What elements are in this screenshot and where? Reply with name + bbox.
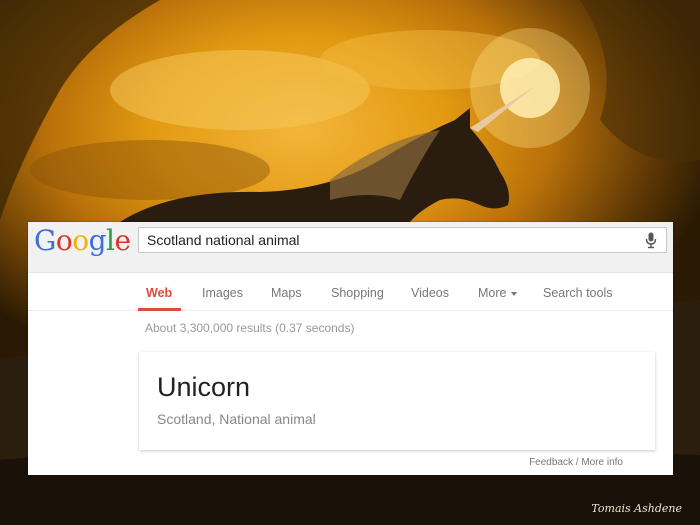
answer-subtitle: Scotland, National animal bbox=[157, 411, 316, 427]
tab-web[interactable]: Web bbox=[146, 286, 172, 300]
logo-letter: e bbox=[114, 224, 132, 257]
chevron-down-icon bbox=[511, 291, 518, 296]
search-header: Google Scotland national animal bbox=[28, 222, 673, 273]
answer-title: Unicorn bbox=[157, 372, 251, 402]
logo-letter: o bbox=[72, 224, 89, 257]
artist-watermark: Tomais Ashdene bbox=[591, 502, 682, 515]
microphone-icon[interactable] bbox=[645, 232, 657, 249]
logo-letter: o bbox=[55, 224, 73, 257]
tab-more-label: More bbox=[478, 286, 507, 300]
logo-letter: l bbox=[106, 224, 115, 257]
tab-more[interactable]: More bbox=[478, 286, 518, 300]
active-tab-indicator bbox=[138, 308, 181, 311]
logo-letter: g bbox=[88, 224, 107, 257]
tab-images[interactable]: Images bbox=[202, 286, 243, 300]
logo-letter: G bbox=[34, 224, 56, 257]
tab-shopping[interactable]: Shopping bbox=[331, 286, 384, 300]
tab-search-tools[interactable]: Search tools bbox=[543, 286, 612, 300]
google-logo[interactable]: Google bbox=[34, 224, 131, 257]
tab-videos[interactable]: Videos bbox=[411, 286, 449, 300]
search-query-text[interactable]: Scotland national animal bbox=[147, 232, 300, 248]
result-stats: About 3,300,000 results (0.37 seconds) bbox=[145, 321, 355, 335]
search-tabs: Web Images Maps Shopping Videos More Sea… bbox=[28, 272, 673, 311]
feedback-link[interactable]: Feedback / More info bbox=[529, 457, 623, 468]
search-input[interactable]: Scotland national animal bbox=[138, 227, 667, 253]
google-results-panel: Google Scotland national animal Web Imag… bbox=[28, 222, 673, 475]
knowledge-answer-card: Unicorn Scotland, National animal bbox=[139, 352, 655, 450]
tab-maps[interactable]: Maps bbox=[271, 286, 302, 300]
